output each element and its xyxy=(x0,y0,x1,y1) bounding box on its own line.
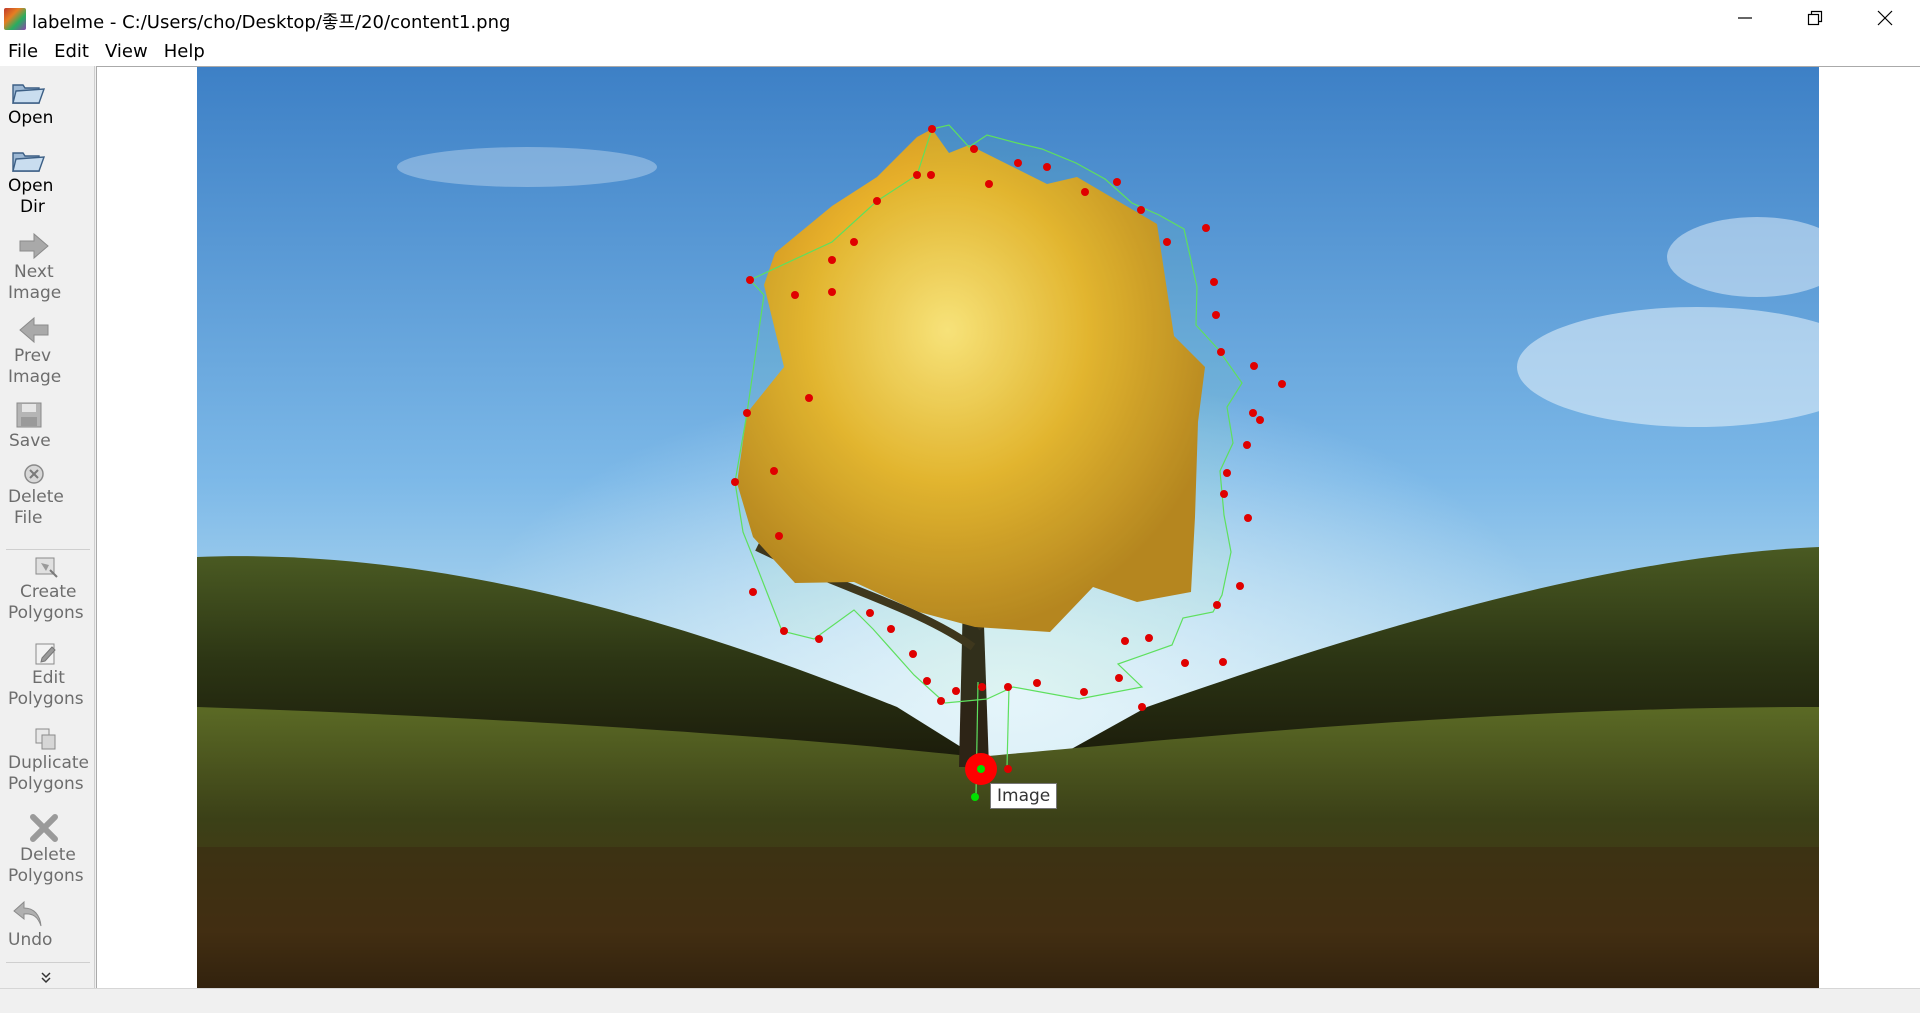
delete-polygons-button[interactable]: Delete Polygons xyxy=(0,811,102,887)
next-image-label-2: Image xyxy=(8,283,62,303)
tools-toolbar: Open Open Dir Next Image Prev Image Save… xyxy=(0,66,95,988)
delete-file-label-1: Delete xyxy=(8,487,64,507)
menu-file[interactable]: File xyxy=(0,38,46,66)
save-button[interactable]: Save xyxy=(0,399,103,452)
create-polygon-icon xyxy=(26,554,66,582)
duplicate-polygons-label-2: Polygons xyxy=(8,774,84,794)
annotation-vertex[interactable] xyxy=(1004,765,1012,773)
delete-x-icon xyxy=(24,811,64,845)
menu-bar: File Edit View Help xyxy=(0,38,1920,66)
duplicate-icon xyxy=(26,725,66,753)
edit-polygons-label-1: Edit xyxy=(32,668,65,688)
polygon-annotation-overlay[interactable] xyxy=(197,67,1819,988)
open-dir-button[interactable]: Open Dir xyxy=(0,144,102,218)
arrow-right-icon xyxy=(14,230,54,262)
open-button[interactable]: Open xyxy=(0,76,102,129)
next-image-button[interactable]: Next Image xyxy=(0,230,108,304)
cursor-point xyxy=(977,765,985,773)
close-button[interactable] xyxy=(1850,0,1920,36)
folder-open-icon xyxy=(8,144,48,176)
duplicate-polygons-label-1: Duplicate xyxy=(8,753,89,773)
chevron-double-down-icon xyxy=(41,972,51,984)
minimize-icon xyxy=(1738,17,1752,19)
labelme-app-icon xyxy=(4,8,26,30)
close-icon xyxy=(1877,10,1893,26)
menu-edit[interactable]: Edit xyxy=(46,38,97,66)
toolbar-separator xyxy=(6,549,90,550)
edit-polygons-button[interactable]: Edit Polygons xyxy=(0,640,102,710)
edit-icon xyxy=(26,640,66,668)
prev-image-button[interactable]: Prev Image xyxy=(0,314,108,388)
window-title: labelme - C:/Users/cho/Desktop/좋프/20/con… xyxy=(32,12,511,33)
folder-open-icon xyxy=(8,76,48,108)
undo-button[interactable]: Undo xyxy=(0,898,102,951)
circle-x-icon xyxy=(14,461,54,487)
create-polygons-button[interactable]: Create Polygons xyxy=(0,554,102,624)
canvas-tooltip: Image xyxy=(990,783,1058,809)
menu-view[interactable]: View xyxy=(97,38,156,66)
status-bar xyxy=(0,988,1920,1013)
toolbar-separator xyxy=(6,962,90,963)
cursor-point xyxy=(971,793,979,801)
delete-polygons-label-2: Polygons xyxy=(8,866,84,886)
delete-file-button[interactable]: Delete File xyxy=(0,461,108,529)
prev-image-label-1: Prev xyxy=(14,346,52,366)
arrow-left-icon xyxy=(14,314,54,346)
annotation-edge xyxy=(1006,686,1010,768)
open-dir-label-1: Open xyxy=(8,176,54,196)
create-polygons-label-1: Create xyxy=(20,582,77,602)
floppy-disk-icon xyxy=(9,399,49,431)
save-label: Save xyxy=(9,431,51,451)
undo-icon xyxy=(8,898,48,930)
edit-polygons-label-2: Polygons xyxy=(8,689,84,709)
loaded-image xyxy=(197,67,1819,988)
restore-icon xyxy=(1807,10,1823,26)
prev-image-label-2: Image xyxy=(8,367,62,387)
menu-help[interactable]: Help xyxy=(156,38,213,66)
undo-label: Undo xyxy=(8,930,53,950)
image-canvas[interactable] xyxy=(96,66,1920,989)
create-polygons-label-2: Polygons xyxy=(8,603,84,623)
next-image-label-1: Next xyxy=(14,262,54,282)
delete-file-label-2: File xyxy=(14,508,43,528)
title-bar: labelme - C:/Users/cho/Desktop/좋프/20/con… xyxy=(0,0,1920,38)
minimize-button[interactable] xyxy=(1710,0,1780,36)
delete-polygons-label-1: Delete xyxy=(20,845,76,865)
open-label: Open xyxy=(8,108,54,128)
duplicate-polygons-button[interactable]: Duplicate Polygons xyxy=(0,725,102,795)
restore-button[interactable] xyxy=(1780,0,1850,36)
annotation-polygon[interactable] xyxy=(734,124,1243,704)
open-dir-label-2: Dir xyxy=(20,197,45,217)
